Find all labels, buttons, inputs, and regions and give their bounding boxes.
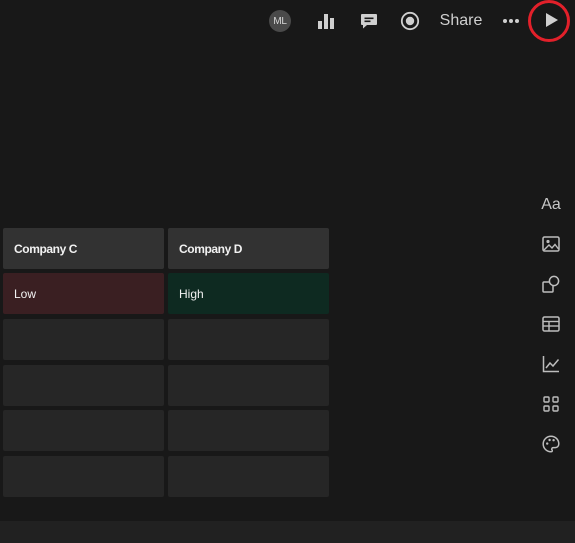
more-icon <box>503 19 519 23</box>
table-row <box>3 456 329 497</box>
bottom-bar <box>0 521 575 543</box>
header-label: Company C <box>14 241 78 256</box>
avatar-initials: ML <box>273 15 287 27</box>
play-icon <box>546 13 558 27</box>
table-cell[interactable] <box>3 456 164 497</box>
avatar[interactable]: ML <box>269 10 291 32</box>
grid-icon <box>543 396 559 412</box>
table-cell[interactable] <box>168 365 329 406</box>
palette-icon <box>542 435 560 453</box>
table-row <box>3 410 329 451</box>
share-button[interactable]: Share <box>436 6 486 36</box>
shapes-tool[interactable] <box>536 269 566 299</box>
table-tool[interactable] <box>536 309 566 339</box>
theme-tool[interactable] <box>536 429 566 459</box>
header-cell-company-d[interactable]: Company D <box>168 228 329 269</box>
analytics-button[interactable] <box>314 6 338 36</box>
table-row: Low High <box>3 273 329 314</box>
table-header-row: Company C Company D <box>3 228 329 269</box>
image-icon <box>542 236 560 252</box>
table-row <box>3 365 329 406</box>
table-cell[interactable] <box>168 410 329 451</box>
table-cell-low[interactable]: Low <box>3 273 164 314</box>
table-icon <box>542 316 560 332</box>
table-cell[interactable] <box>3 365 164 406</box>
header-cell-company-c[interactable]: Company C <box>3 228 164 269</box>
table-cell[interactable] <box>168 456 329 497</box>
shapes-icon <box>542 275 560 293</box>
table-cell-high[interactable]: High <box>168 273 329 314</box>
more-options-button[interactable] <box>500 6 522 36</box>
table-cell[interactable] <box>168 319 329 360</box>
record-icon <box>400 11 420 31</box>
line-chart-icon <box>542 356 560 373</box>
bar-chart-icon <box>318 14 334 29</box>
header-label: Company D <box>179 241 243 256</box>
top-toolbar: ML Share <box>0 0 575 44</box>
cell-value: High <box>179 286 204 301</box>
comments-button[interactable] <box>357 6 381 36</box>
table-cell[interactable] <box>3 319 164 360</box>
record-button[interactable] <box>398 6 422 36</box>
image-tool[interactable] <box>536 229 566 259</box>
chart-tool[interactable] <box>536 349 566 379</box>
canvas-app: ML Share Company C Company D Low High Aa <box>0 0 575 543</box>
text-icon: Aa <box>541 196 561 213</box>
text-tool[interactable]: Aa <box>536 190 566 220</box>
cell-value: Low <box>14 286 37 301</box>
share-label: Share <box>439 12 483 29</box>
table-row <box>3 319 329 360</box>
apps-tool[interactable] <box>536 389 566 419</box>
table-cell[interactable] <box>3 410 164 451</box>
comment-icon <box>361 14 377 29</box>
present-button[interactable] <box>528 0 570 42</box>
